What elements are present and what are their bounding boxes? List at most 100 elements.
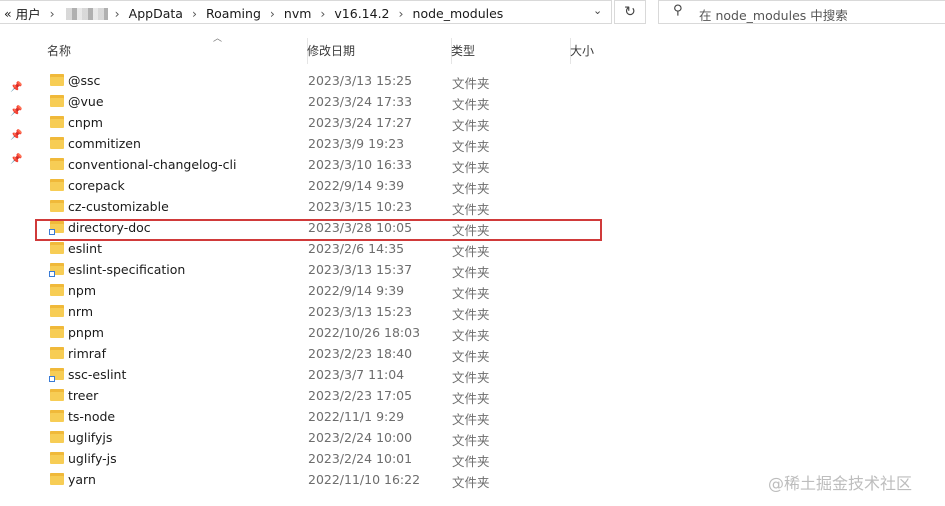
folder-icon <box>50 452 64 464</box>
file-type: 文件夹 <box>452 391 490 406</box>
file-name: rimraf <box>68 346 106 361</box>
file-type: 文件夹 <box>452 433 490 448</box>
column-name-label: 名称 <box>47 44 72 58</box>
address-dropdown-icon[interactable]: ⌄ <box>593 4 602 17</box>
folder-icon <box>50 389 64 401</box>
search-input[interactable]: ⚲ 在 node_modules 中搜索 <box>658 0 945 24</box>
breadcrumb-item-node-modules[interactable]: node_modules <box>413 6 504 21</box>
search-placeholder: 在 node_modules 中搜索 <box>699 8 848 23</box>
folder-icon <box>50 116 64 128</box>
file-name: pnpm <box>68 325 104 340</box>
column-type[interactable]: 类型 <box>451 38 566 64</box>
file-date: 2023/2/24 10:01 <box>308 451 413 466</box>
file-row[interactable]: treer 2023/2/23 17:05 文件夹 <box>0 386 945 407</box>
file-date: 2023/3/10 16:33 <box>308 157 413 172</box>
breadcrumb-item-nvm[interactable]: nvm <box>284 6 312 21</box>
column-date[interactable]: 修改日期 <box>307 38 446 64</box>
file-type: 文件夹 <box>452 412 490 427</box>
file-date: 2022/9/14 9:39 <box>308 283 405 298</box>
refresh-icon: ↻ <box>624 4 636 20</box>
file-name: uglify-js <box>68 451 117 466</box>
top-toolbar: « 用户 › › AppData › Roaming › nvm › v16.1… <box>0 0 945 26</box>
file-type: 文件夹 <box>452 475 490 490</box>
file-type: 文件夹 <box>452 349 490 364</box>
file-date: 2023/3/24 17:27 <box>308 115 413 130</box>
file-row[interactable]: pnpm 2022/10/26 18:03 文件夹 <box>0 323 945 344</box>
breadcrumb: « 用户 › › AppData › Roaming › nvm › v16.1… <box>4 4 507 23</box>
breadcrumb-item-appdata[interactable]: AppData <box>129 6 183 21</box>
file-row[interactable]: @vue 2023/3/24 17:33 文件夹 <box>0 92 945 113</box>
column-date-label: 修改日期 <box>307 44 356 58</box>
file-date: 2022/11/10 16:22 <box>308 472 421 487</box>
file-date: 2023/3/13 15:37 <box>308 262 413 277</box>
file-date: 2023/3/13 15:25 <box>308 73 413 88</box>
refresh-button[interactable]: ↻ <box>614 0 646 24</box>
folder-icon <box>50 326 64 338</box>
folder-icon <box>50 200 64 212</box>
file-date: 2023/2/23 17:05 <box>308 388 413 403</box>
file-row[interactable]: @ssc 2023/3/13 15:25 文件夹 <box>0 71 945 92</box>
file-name: conventional-changelog-cli <box>68 157 237 172</box>
file-row[interactable]: cnpm 2023/3/24 17:27 文件夹 <box>0 113 945 134</box>
file-name: uglifyjs <box>68 430 113 445</box>
file-type: 文件夹 <box>452 97 490 112</box>
file-type: 文件夹 <box>452 181 490 196</box>
folder-icon <box>50 95 64 107</box>
file-row[interactable]: npm 2022/9/14 9:39 文件夹 <box>0 281 945 302</box>
file-name: cnpm <box>68 115 103 130</box>
breadcrumb-overflow[interactable]: « <box>4 6 12 21</box>
breadcrumb-item-roaming[interactable]: Roaming <box>206 6 261 21</box>
file-type: 文件夹 <box>452 265 490 280</box>
file-name: eslint <box>68 241 102 256</box>
file-type: 文件夹 <box>452 118 490 133</box>
file-name: commitizen <box>68 136 141 151</box>
file-name: npm <box>68 283 97 298</box>
folder-shortcut-icon <box>49 263 64 277</box>
file-row[interactable]: corepack 2022/9/14 9:39 文件夹 <box>0 176 945 197</box>
file-name: ssc-eslint <box>68 367 127 382</box>
chevron-right-icon: › <box>269 6 275 21</box>
file-row[interactable]: eslint 2023/2/6 14:35 文件夹 <box>0 239 945 260</box>
folder-icon <box>50 242 64 254</box>
file-date: 2023/3/24 17:33 <box>308 94 413 109</box>
file-type: 文件夹 <box>452 286 490 301</box>
file-date: 2023/3/13 15:23 <box>308 304 413 319</box>
file-type: 文件夹 <box>452 454 490 469</box>
column-size[interactable]: 大小 <box>570 38 651 64</box>
file-row[interactable]: conventional-changelog-cli 2023/3/10 16:3… <box>0 155 945 176</box>
redacted-username <box>65 7 108 20</box>
file-row[interactable]: rimraf 2023/2/23 18:40 文件夹 <box>0 344 945 365</box>
file-date: 2023/2/6 14:35 <box>308 241 405 256</box>
file-name: cz-customizable <box>68 199 169 214</box>
file-type: 文件夹 <box>452 160 490 175</box>
file-type: 文件夹 <box>452 370 490 385</box>
file-row[interactable]: commitizen 2023/3/9 19:23 文件夹 <box>0 134 945 155</box>
address-bar[interactable]: « 用户 › › AppData › Roaming › nvm › v16.1… <box>0 0 612 24</box>
file-row[interactable]: ssc-eslint 2023/3/7 11:04 文件夹 <box>0 365 945 386</box>
folder-icon <box>50 410 64 422</box>
sort-up-icon: ︿ <box>213 34 223 44</box>
file-type: 文件夹 <box>452 328 490 343</box>
column-name[interactable]: ︿ 名称 <box>45 34 301 64</box>
file-date: 2023/2/23 18:40 <box>308 346 413 361</box>
file-row[interactable]: ts-node 2022/11/1 9:29 文件夹 <box>0 407 945 428</box>
chevron-right-icon: › <box>191 6 197 21</box>
file-name: nrm <box>68 304 94 319</box>
file-row[interactable]: uglifyjs 2023/2/24 10:00 文件夹 <box>0 428 945 449</box>
file-row[interactable]: eslint-specification 2023/3/13 15:37 文件夹 <box>0 260 945 281</box>
watermark: @稀土掘金技术社区 <box>768 474 913 493</box>
file-name: eslint-specification <box>68 262 186 277</box>
breadcrumb-item-user[interactable]: 用户 <box>16 4 41 23</box>
column-size-label: 大小 <box>570 44 595 58</box>
folder-icon <box>50 305 64 317</box>
folder-icon <box>50 284 64 296</box>
folder-shortcut-icon <box>49 368 64 382</box>
folder-icon <box>50 137 64 149</box>
chevron-right-icon: › <box>398 6 404 21</box>
file-row[interactable]: uglify-js 2023/2/24 10:01 文件夹 <box>0 449 945 470</box>
breadcrumb-item-version[interactable]: v16.14.2 <box>334 6 389 21</box>
file-name: treer <box>68 388 99 403</box>
chevron-right-icon: › <box>49 6 55 21</box>
file-row[interactable]: nrm 2023/3/13 15:23 文件夹 <box>0 302 945 323</box>
file-row[interactable]: cz-customizable 2023/3/15 10:23 文件夹 <box>0 197 945 218</box>
